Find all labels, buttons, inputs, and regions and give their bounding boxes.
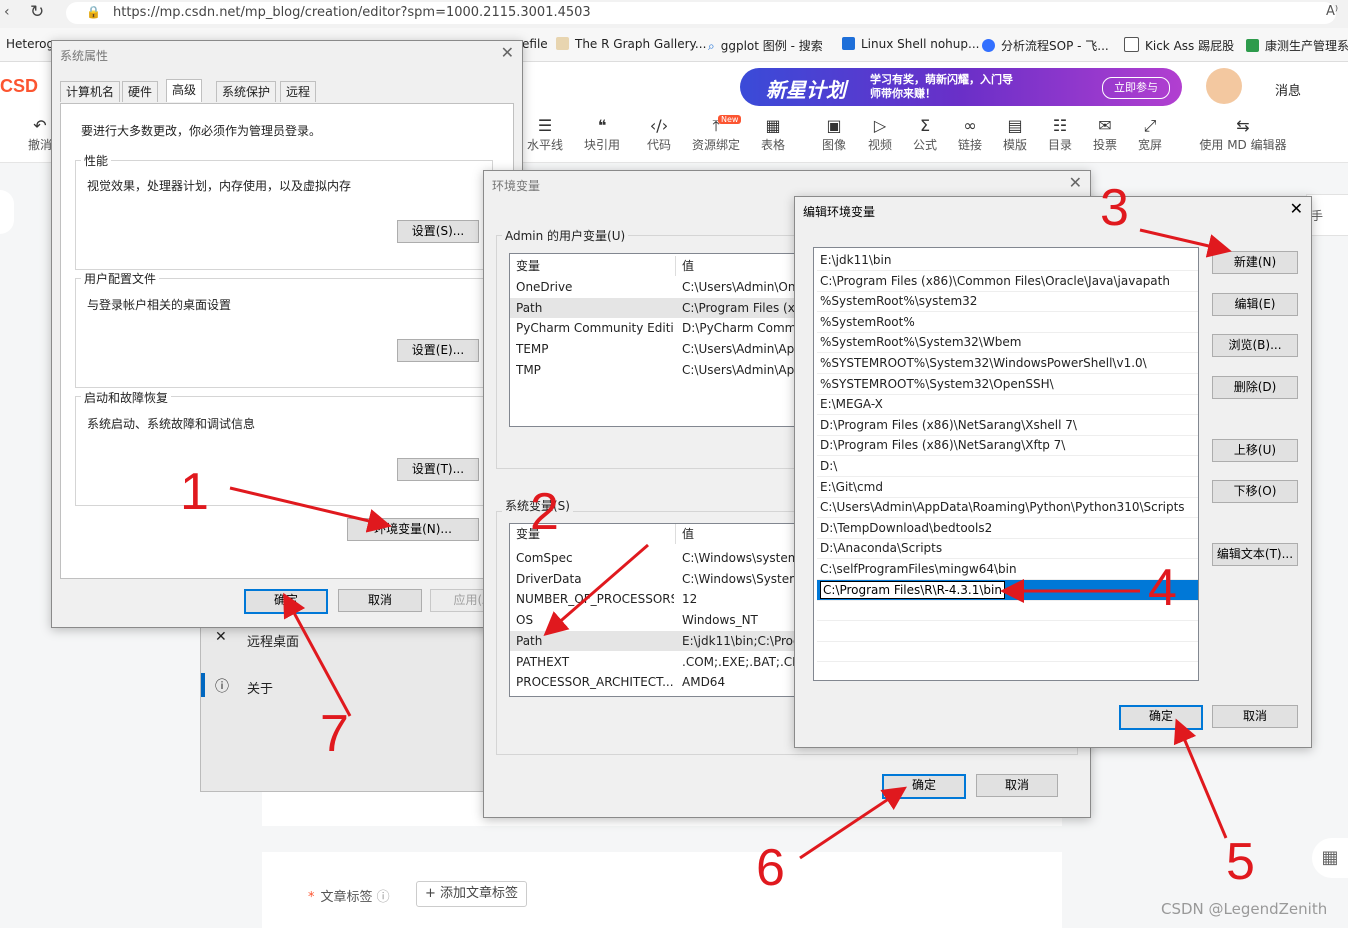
arrow-5 <box>1173 718 1228 839</box>
annotation-number-6: 6 <box>756 839 785 897</box>
annotation-number-2: 2 <box>530 483 559 541</box>
annotation-number-4: 4 <box>1148 559 1177 617</box>
arrow-7 <box>283 592 352 717</box>
annotation-number-3: 3 <box>1100 179 1129 237</box>
arrow-2 <box>543 543 649 636</box>
annotation-number-5: 5 <box>1226 833 1255 891</box>
arrow-1 <box>229 486 392 533</box>
annotation-number-1: 1 <box>180 463 209 521</box>
arrow-6 <box>799 786 907 860</box>
annotation-number-7: 7 <box>320 705 349 763</box>
arrow-3 <box>1139 228 1232 258</box>
